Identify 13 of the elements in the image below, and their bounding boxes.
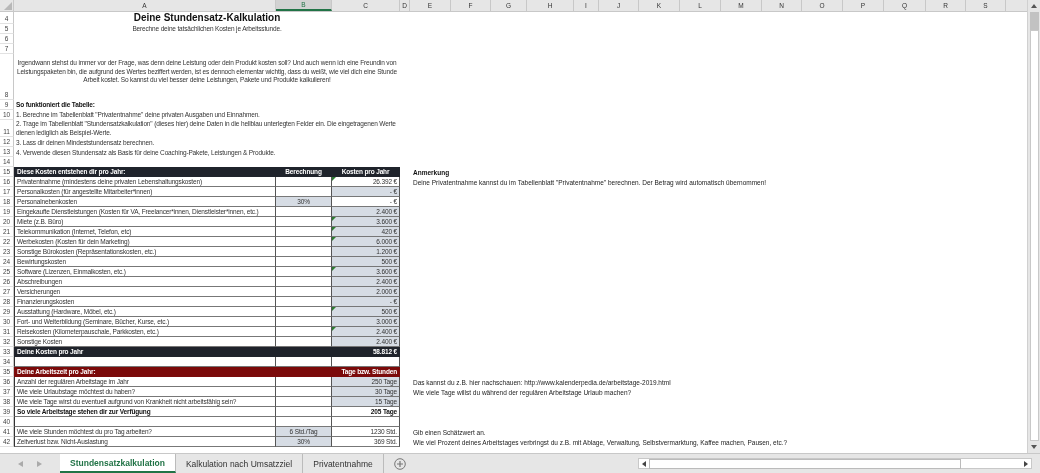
horizontal-scrollbar[interactable] xyxy=(638,458,1032,469)
previous-sheet-icon[interactable] xyxy=(18,460,23,467)
sheet-title: Deine Stundensatz-Kalkulation xyxy=(132,12,282,24)
vertical-scrollbar[interactable] xyxy=(1027,0,1040,453)
add-sheet-icon[interactable] xyxy=(393,457,406,470)
scrollbar-thumb[interactable] xyxy=(1029,12,1039,30)
sheet-tab[interactable]: Privatentnahme xyxy=(303,454,384,473)
next-sheet-icon[interactable] xyxy=(37,460,42,467)
scrollbar-thumb[interactable] xyxy=(649,458,961,469)
sheet-tab[interactable]: Kalkulation nach Umsatzziel xyxy=(175,454,304,473)
table-cell xyxy=(332,417,400,428)
table-cell xyxy=(276,407,332,418)
sheet-tab[interactable]: Stundensatzkalkulation xyxy=(60,454,176,473)
